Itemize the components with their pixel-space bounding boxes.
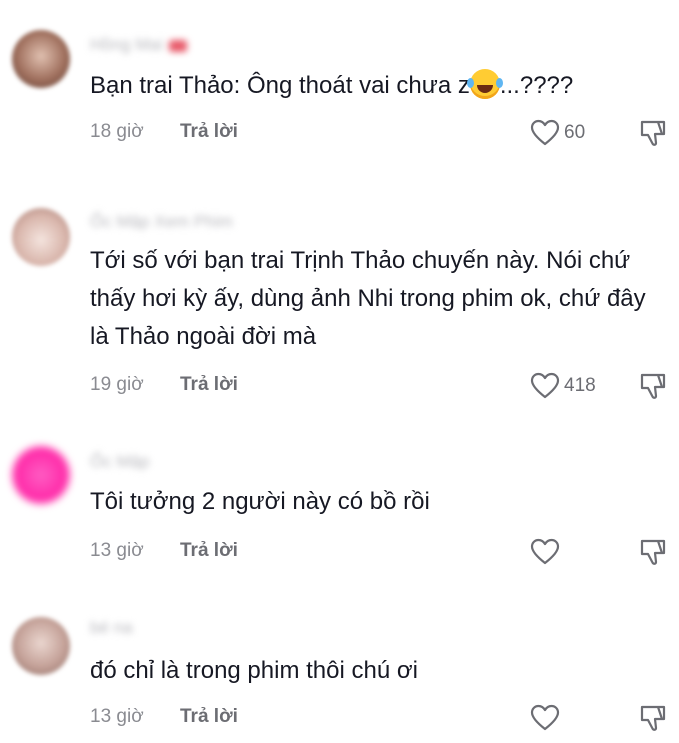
reply-button[interactable]: Trả lời [180, 704, 238, 730]
comment-meta: 13 giờ Trả lời [90, 704, 670, 732]
dislike-button[interactable] [638, 703, 668, 741]
thumbs-down-icon [640, 705, 666, 731]
like-button[interactable]: 60 [530, 119, 585, 147]
comment-4: bé na đó chỉ là trong phim thôi chú ơi 1… [0, 600, 679, 743]
comment-time: 19 giờ [90, 374, 144, 395]
heart-icon [530, 704, 560, 731]
face-with-tears-of-joy-icon [466, 69, 500, 99]
comment-text: Bạn trai Thảo: Ông thoát vai chưa z...??… [90, 67, 660, 105]
thumbs-down-icon [640, 373, 666, 399]
comment-time: 13 giờ [90, 540, 144, 561]
comment-2: Ốc Mập Xem Phim Tới số với bạn trai Trịn… [0, 190, 679, 430]
avatar[interactable] [12, 208, 70, 266]
like-button[interactable] [530, 704, 560, 732]
avatar[interactable] [12, 446, 70, 504]
avatar[interactable] [12, 617, 70, 675]
comment-time: 18 giờ [90, 121, 144, 142]
comment-meta: 19 giờ Trả lời 418 [90, 372, 670, 400]
like-button[interactable]: 418 [530, 372, 596, 400]
comment-3: Ốc Mập Tôi tưởng 2 người này có bồ rồi 1… [0, 430, 679, 600]
username[interactable]: Hồng Mai [90, 35, 187, 55]
thumbs-down-icon [640, 539, 666, 565]
comment-meta: 18 giờ Trả lời 60 [90, 119, 670, 147]
dislike-button[interactable] [638, 371, 668, 409]
username[interactable]: Ốc Mập [90, 452, 150, 472]
like-count: 60 [564, 122, 586, 143]
comment-text: Tới số với bạn trai Trịnh Thảo chuyến nà… [90, 247, 646, 350]
reply-button[interactable]: Trả lời [180, 372, 238, 398]
reply-button[interactable]: Trả lời [180, 119, 238, 145]
like-button[interactable] [530, 538, 560, 566]
heart-icon [530, 119, 560, 146]
avatar[interactable] [12, 30, 70, 88]
thumbs-down-icon [640, 120, 666, 146]
username[interactable]: bé na [90, 618, 133, 638]
comment-1: Hồng Mai Bạn trai Thảo: Ông thoát vai ch… [0, 0, 679, 170]
comment-meta: 13 giờ Trả lời [90, 538, 670, 566]
comment-time: 13 giờ [90, 706, 144, 727]
reply-button[interactable]: Trả lời [180, 538, 238, 564]
username[interactable]: Ốc Mập Xem Phim [90, 212, 233, 232]
heart-icon [530, 538, 560, 565]
user-badge-icon [168, 39, 187, 52]
comment-text: đó chỉ là trong phim thôi chú ơi [90, 657, 418, 684]
dislike-button[interactable] [638, 118, 668, 156]
comment-text: Tôi tưởng 2 người này có bồ rồi [90, 488, 430, 515]
heart-icon [530, 372, 560, 399]
like-count: 418 [564, 375, 596, 396]
dislike-button[interactable] [638, 537, 668, 575]
